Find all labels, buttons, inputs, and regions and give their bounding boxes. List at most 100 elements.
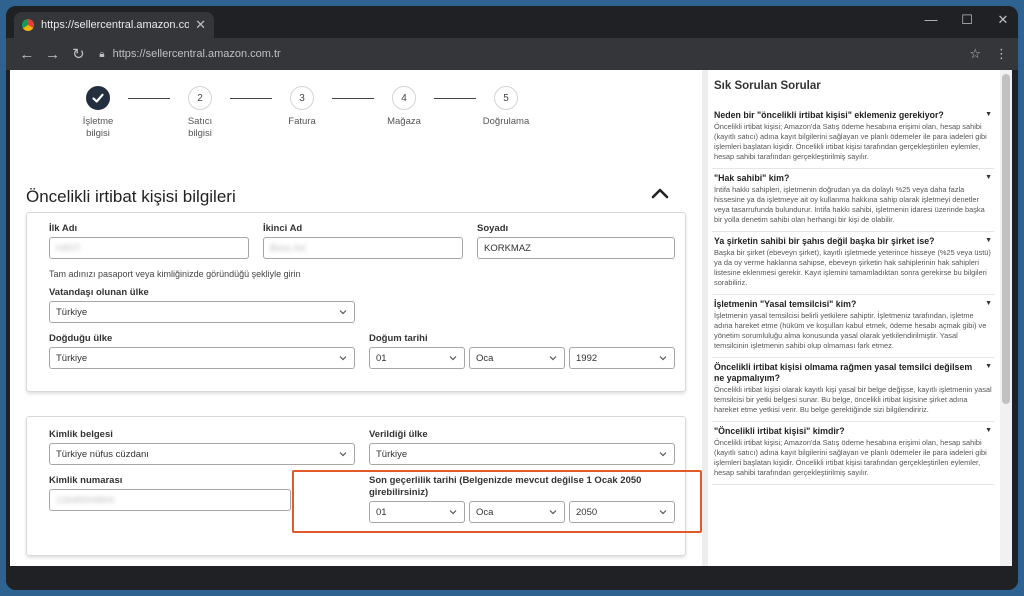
birth-year-value: 1992 xyxy=(576,352,598,364)
step-connector xyxy=(434,98,476,99)
faq-answer: Başka bir şirket (ebeveyn şirket), kayıt… xyxy=(714,248,991,287)
faq-item[interactable]: Ya şirketin sahibi bir şahıs değil başka… xyxy=(712,232,994,295)
faq-question: Öncelikli irtibat kişisi olmama rağmen y… xyxy=(714,362,973,383)
caret-down-icon: ▼ xyxy=(985,427,992,434)
faq-answer: İntifa hakkı sahipleri, işletmenin doğru… xyxy=(714,185,985,224)
caret-down-icon: ▼ xyxy=(985,111,992,118)
toolbar-actions: ☆ ⋮ xyxy=(969,46,1008,62)
forward-icon[interactable]: → xyxy=(42,46,64,63)
page-scrollbar[interactable] xyxy=(1000,70,1012,566)
close-window-icon[interactable]: ✕ xyxy=(996,12,1010,28)
step-4: 4 Mağaza xyxy=(374,86,434,128)
step-check-icon xyxy=(86,86,110,110)
faq-item[interactable]: Öncelikli irtibat kişisi olmama rağmen y… xyxy=(712,358,994,422)
middle-name-value: Bosu Ad xyxy=(270,242,306,254)
id-number-value: 12645004804 xyxy=(56,494,115,506)
step-connector xyxy=(332,98,374,99)
name-hint: Tam adınızı pasaport veya kimliğinizde g… xyxy=(49,269,301,279)
step-number: 4 xyxy=(392,86,416,110)
middle-name-input[interactable]: Bosu Ad xyxy=(263,237,463,259)
chrome-favicon-icon xyxy=(22,19,34,31)
chevron-down-icon xyxy=(339,310,347,315)
faq-answer: Öncelikli irtibat kişisi; Amazon'da Satı… xyxy=(714,122,987,161)
step-number: 2 xyxy=(188,86,212,110)
step-1: İşletme bilgisi xyxy=(68,86,128,140)
progress-stepper: İşletme bilgisi 2 Satıcı bilgisi 3 Fatura … xyxy=(50,86,550,146)
step-label: Mağaza xyxy=(387,116,421,127)
birth-country-select[interactable]: Türkiye xyxy=(49,347,355,369)
last-name-label: Soyadı xyxy=(477,223,509,234)
birth-day-select[interactable]: 01 xyxy=(369,347,465,369)
first-name-input[interactable]: HIDIT xyxy=(49,237,249,259)
registration-form: İşletme bilgisi 2 Satıcı bilgisi 3 Fatura … xyxy=(10,70,702,566)
chevron-down-icon xyxy=(659,356,667,361)
back-icon[interactable]: ← xyxy=(16,46,38,63)
address-bar[interactable]: 🔒︎ https://sellercentral.amazon.com.tr xyxy=(99,43,969,65)
chevron-down-icon xyxy=(659,452,667,457)
reload-icon[interactable]: ↻ xyxy=(68,45,90,63)
middle-name-label: İkinci Ad xyxy=(263,223,303,234)
step-number: 3 xyxy=(290,86,314,110)
page-viewport: İşletme bilgisi 2 Satıcı bilgisi 3 Fatura … xyxy=(10,70,1012,566)
birth-year-select[interactable]: 1992 xyxy=(569,347,675,369)
citizenship-select[interactable]: Türkiye xyxy=(49,301,355,323)
chevron-down-icon xyxy=(339,356,347,361)
collapse-chevron-up-icon[interactable] xyxy=(648,182,672,206)
caret-down-icon: ▼ xyxy=(985,363,992,370)
faq-answer: İşletmenin yasal temsilcisi belirli yetk… xyxy=(714,311,987,350)
faq-item[interactable]: "Öncelikli irtibat kişisi" kimdir? ▼ Önc… xyxy=(712,422,994,485)
maximize-icon[interactable]: ☐ xyxy=(960,12,974,28)
tab-title: https://sellercentral.amazon.com.tr xyxy=(41,19,190,31)
faq-item[interactable]: İşletmenin "Yasal temsilcisi" kim? ▼ İşl… xyxy=(712,295,994,358)
faq-panel: Sık Sorulan Sorular Neden bir "öncelikli… xyxy=(708,70,1000,566)
issue-country-label: Verildiği ülke xyxy=(369,429,428,440)
last-name-input[interactable]: KORKMAZ xyxy=(477,237,675,259)
step-label: Fatura xyxy=(288,116,316,127)
personal-info-card: İlk Adı HIDIT İkinci Ad Bosu Ad Soyadı K… xyxy=(26,212,686,392)
birth-date-label: Doğum tarihi xyxy=(369,333,428,344)
faq-item[interactable]: "Hak sahibi" kim? ▼ İntifa hakkı sahiple… xyxy=(712,169,994,232)
window-bottom-bar xyxy=(6,566,1018,590)
faq-title: Sık Sorulan Sorular xyxy=(714,80,821,92)
caret-down-icon: ▼ xyxy=(985,174,992,181)
browser-tab[interactable]: https://sellercentral.amazon.com.tr ✕ xyxy=(14,12,214,38)
birth-month-select[interactable]: Oca xyxy=(469,347,565,369)
minimize-icon[interactable]: — xyxy=(924,12,938,28)
step-label: İşletme bilgisi xyxy=(82,116,114,139)
last-name-value: KORKMAZ xyxy=(484,242,531,254)
tab-close-icon[interactable]: ✕ xyxy=(195,17,206,33)
first-name-label: İlk Adı xyxy=(49,223,78,234)
id-number-input[interactable]: 12645004804 xyxy=(49,489,291,511)
browser-menu-icon[interactable]: ⋮ xyxy=(995,46,1008,62)
section-title: Öncelikli irtibat kişisi bilgileri xyxy=(26,187,236,206)
step-number: 5 xyxy=(494,86,518,110)
chevron-down-icon xyxy=(449,356,457,361)
id-type-label: Kimlik belgesi xyxy=(49,429,113,440)
window-controls: — ☐ ✕ xyxy=(924,12,1010,28)
faq-question: Neden bir "öncelikli irtibat kişisi" ekl… xyxy=(714,110,944,120)
step-5: 5 Doğrulama xyxy=(476,86,536,128)
lock-icon: 🔒︎ xyxy=(99,48,105,60)
step-3: 3 Fatura xyxy=(272,86,332,128)
bookmark-star-icon[interactable]: ☆ xyxy=(969,46,981,62)
faq-item[interactable]: Neden bir "öncelikli irtibat kişisi" ekl… xyxy=(712,106,994,169)
title-bar: https://sellercentral.amazon.com.tr ✕ — … xyxy=(6,6,1018,38)
step-connector xyxy=(230,98,272,99)
issue-country-select[interactable]: Türkiye xyxy=(369,443,675,465)
scrollbar-thumb[interactable] xyxy=(1002,74,1010,404)
id-number-label: Kimlik numarası xyxy=(49,475,123,486)
id-type-value: Türkiye nüfus cüzdanı xyxy=(56,448,149,460)
faq-question: İşletmenin "Yasal temsilcisi" kim? xyxy=(714,299,857,309)
step-label: Doğrulama xyxy=(482,116,530,127)
step-2: 2 Satıcı bilgisi xyxy=(170,86,230,140)
faq-question: "Öncelikli irtibat kişisi" kimdir? xyxy=(714,426,845,436)
chevron-down-icon xyxy=(339,452,347,457)
first-name-value: HIDIT xyxy=(56,242,81,254)
faq-answer: Öncelikli irtibat kişisi olarak kayıtlı … xyxy=(714,385,992,414)
faq-question: "Hak sahibi" kim? xyxy=(714,173,790,183)
birth-day-value: 01 xyxy=(376,352,387,364)
id-type-select[interactable]: Türkiye nüfus cüzdanı xyxy=(49,443,355,465)
issue-country-value: Türkiye xyxy=(376,448,408,460)
browser-window: https://sellercentral.amazon.com.tr ✕ — … xyxy=(6,6,1018,590)
citizenship-label: Vatandaşı olunan ülke xyxy=(49,287,149,298)
